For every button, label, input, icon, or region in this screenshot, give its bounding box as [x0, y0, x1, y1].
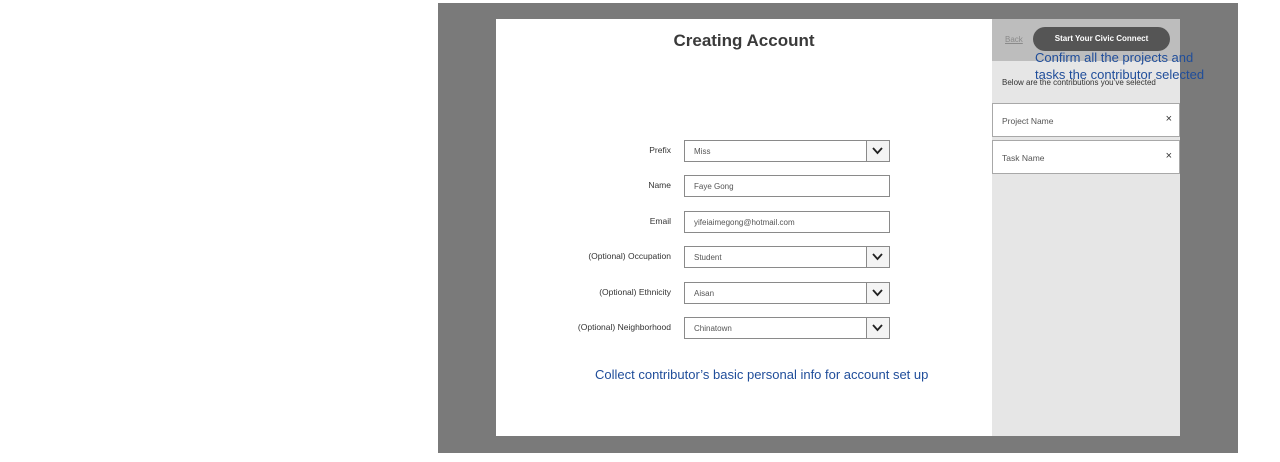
name-label: Name — [648, 180, 671, 190]
prefix-row: Prefix Miss — [496, 140, 992, 164]
close-icon[interactable]: × — [1166, 113, 1172, 125]
neighborhood-select[interactable]: Chinatown — [684, 317, 890, 339]
form-annotation: Collect contributor’s basic personal inf… — [595, 367, 929, 382]
ethnicity-row: (Optional) Ethnicity Aisan — [496, 282, 992, 306]
project-name-label: Project Name — [1002, 116, 1054, 126]
email-row: Email yifeiaimegong@hotmail.com — [496, 211, 992, 235]
chevron-down-icon[interactable] — [866, 247, 889, 267]
sidebar-annotation-line2: tasks the contributor selected — [1035, 67, 1205, 82]
email-label: Email — [649, 216, 671, 226]
chevron-down-icon[interactable] — [866, 318, 889, 338]
occupation-label: (Optional) Occupation — [588, 251, 671, 261]
page-title: Creating Account — [673, 31, 815, 50]
prefix-label: Prefix — [649, 145, 671, 155]
list-item-task: Task Name × — [992, 140, 1180, 174]
neighborhood-label: (Optional) Neighborhood — [577, 322, 671, 332]
back-link[interactable]: Back — [1005, 35, 1023, 44]
task-name-label: Task Name — [1002, 153, 1045, 163]
prefix-select[interactable]: Miss — [684, 140, 890, 162]
occupation-select[interactable]: Student — [684, 246, 890, 268]
email-value: yifeiaimegong@hotmail.com — [694, 218, 795, 227]
close-icon[interactable]: × — [1166, 150, 1172, 162]
sidebar-annotation: Confirm all the projects and tasks the c… — [1035, 49, 1204, 83]
start-civic-connect-button[interactable]: Start Your Civic Connect — [1033, 27, 1170, 51]
email-field[interactable]: yifeiaimegong@hotmail.com — [684, 211, 890, 233]
neighborhood-value: Chinatown — [694, 324, 732, 333]
list-item-project: Project Name × — [992, 103, 1180, 137]
prefix-value: Miss — [694, 147, 711, 156]
name-row: Name Faye Gong — [496, 175, 992, 199]
ethnicity-value: Aisan — [694, 289, 715, 298]
sidebar-annotation-line1: Confirm all the projects and — [1035, 50, 1194, 65]
chevron-down-icon[interactable] — [866, 141, 889, 161]
neighborhood-row: (Optional) Neighborhood Chinatown — [496, 317, 992, 341]
ethnicity-label: (Optional) Ethnicity — [599, 287, 671, 297]
name-field[interactable]: Faye Gong — [684, 175, 890, 197]
ethnicity-select[interactable]: Aisan — [684, 282, 890, 304]
name-value: Faye Gong — [694, 182, 734, 191]
occupation-value: Student — [694, 253, 722, 262]
occupation-row: (Optional) Occupation Student — [496, 246, 992, 270]
chevron-down-icon[interactable] — [866, 283, 889, 303]
